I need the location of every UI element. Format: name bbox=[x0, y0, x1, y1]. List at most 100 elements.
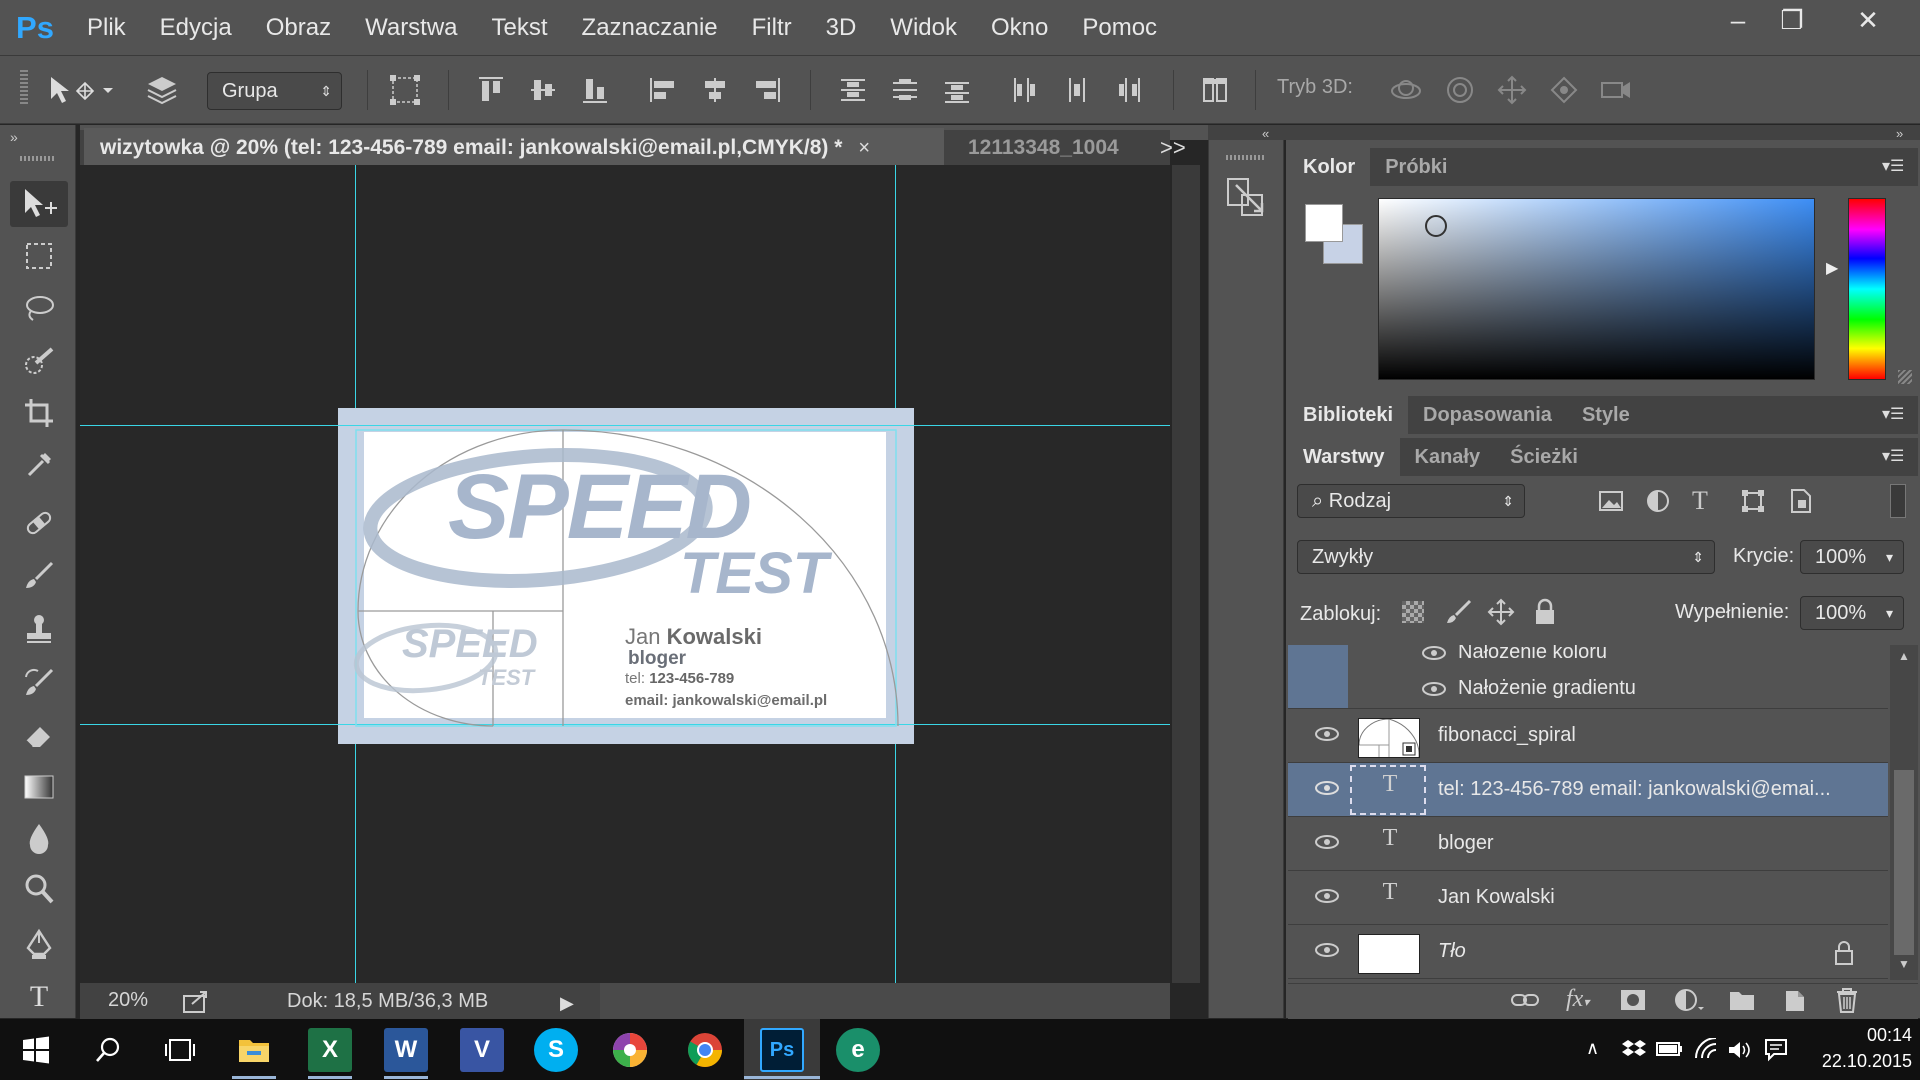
healing-brush-tool-icon[interactable] bbox=[10, 500, 68, 546]
document-tab-2[interactable]: 12113348_1004 bbox=[950, 128, 1126, 168]
layer-row[interactable]: fibonacci_spiral bbox=[1288, 709, 1888, 763]
dropbox-tray-icon[interactable] bbox=[1622, 1038, 1646, 1065]
dodge-tool-icon[interactable] bbox=[10, 866, 68, 912]
layer-row[interactable]: T Jan Kowalski bbox=[1288, 871, 1888, 925]
tab-style[interactable]: Style bbox=[1567, 396, 1645, 434]
lock-position-icon[interactable] bbox=[1487, 598, 1515, 631]
menu-pomoc[interactable]: Pomoc bbox=[1065, 0, 1174, 56]
layer-row-selected[interactable]: T tel: 123-456-789 email: jankowalski@em… bbox=[1288, 763, 1888, 817]
align-bottom-edges-icon[interactable] bbox=[575, 68, 615, 112]
layer-row[interactable]: Tło bbox=[1288, 925, 1888, 979]
dock-grip[interactable] bbox=[1226, 155, 1264, 160]
visibility-eye-icon[interactable] bbox=[1314, 942, 1340, 958]
wifi-tray-icon[interactable] bbox=[1694, 1037, 1720, 1065]
foreground-color-swatch-front[interactable] bbox=[1305, 204, 1343, 242]
clock-date[interactable]: 22.10.2015 bbox=[1800, 1051, 1912, 1072]
visibility-eye-icon[interactable] bbox=[1421, 681, 1447, 697]
photoshop-taskbar-icon[interactable]: Ps bbox=[760, 1028, 804, 1072]
visibility-eye-icon[interactable] bbox=[1314, 780, 1340, 796]
menu-filtr[interactable]: Filtr bbox=[735, 0, 809, 56]
pen-tool-icon[interactable] bbox=[10, 922, 68, 968]
toolbar-grip[interactable] bbox=[20, 156, 56, 161]
align-left-edges-icon[interactable] bbox=[643, 68, 683, 112]
menu-3d[interactable]: 3D bbox=[809, 0, 874, 56]
menu-okno[interactable]: Okno bbox=[974, 0, 1065, 56]
clock-time[interactable]: 00:14 bbox=[1822, 1025, 1912, 1046]
collapse-left-icon[interactable]: « bbox=[1262, 126, 1269, 141]
hue-slider[interactable] bbox=[1848, 198, 1886, 380]
tabs-overflow-icon[interactable]: >> bbox=[1160, 128, 1186, 168]
auto-select-dropdown[interactable]: Grupa ⇕ bbox=[207, 72, 342, 110]
layer-style-fx-icon[interactable]: fx▾ bbox=[1566, 986, 1589, 1013]
auto-select-layers-icon[interactable] bbox=[142, 68, 182, 112]
edge-green-app-icon[interactable]: e bbox=[836, 1028, 880, 1072]
brush-tool-icon[interactable] bbox=[10, 553, 68, 599]
tab-biblioteki[interactable]: Biblioteki bbox=[1288, 396, 1409, 434]
windows-start-icon[interactable] bbox=[14, 1028, 58, 1072]
filter-type-icon[interactable]: T bbox=[1692, 486, 1708, 516]
blend-mode-dropdown[interactable]: Zwykły ⇕ bbox=[1297, 540, 1715, 574]
lock-transparent-pixels-icon[interactable] bbox=[1402, 601, 1424, 623]
layer-effect-row[interactable]: Nałożenie koloru bbox=[1288, 645, 1888, 671]
filter-toggle-switch[interactable] bbox=[1890, 484, 1906, 518]
libraries-panel-menu-icon[interactable]: ▾☰ bbox=[1882, 404, 1904, 424]
clone-stamp-tool-icon[interactable] bbox=[10, 606, 68, 652]
lock-image-pixels-icon[interactable] bbox=[1444, 599, 1472, 630]
opacity-input[interactable]: 100% ▾ bbox=[1800, 540, 1904, 574]
visibility-eye-icon[interactable] bbox=[1421, 645, 1447, 661]
show-transform-controls-icon[interactable] bbox=[385, 68, 425, 112]
history-brush-tool-icon[interactable] bbox=[10, 660, 68, 706]
auto-align-layers-icon[interactable] bbox=[1195, 68, 1235, 112]
horizontal-scrollbar[interactable] bbox=[600, 983, 1170, 1019]
filter-adjustment-icon[interactable] bbox=[1645, 488, 1671, 519]
skype-icon[interactable]: S bbox=[534, 1028, 578, 1072]
scroll-down-icon[interactable]: ▼ bbox=[1898, 957, 1910, 971]
action-center-icon[interactable] bbox=[1764, 1038, 1788, 1067]
align-top-edges-icon[interactable] bbox=[471, 68, 511, 112]
tab-kolor[interactable]: Kolor bbox=[1288, 148, 1371, 186]
layers-panel-menu-icon[interactable]: ▾☰ bbox=[1882, 446, 1904, 466]
lock-all-icon[interactable] bbox=[1533, 598, 1557, 631]
status-menu-arrow-icon[interactable]: ▶ bbox=[560, 993, 574, 1014]
share-icon[interactable] bbox=[182, 990, 210, 1019]
tab-dopasowania[interactable]: Dopasowania bbox=[1408, 396, 1567, 434]
resize-grip-icon[interactable] bbox=[1898, 370, 1912, 384]
visibility-eye-icon[interactable] bbox=[1314, 726, 1340, 742]
tab-warstwy[interactable]: Warstwy bbox=[1288, 438, 1400, 476]
distribute-right-icon[interactable] bbox=[1109, 68, 1149, 112]
distribute-top-icon[interactable] bbox=[833, 68, 873, 112]
align-horizontal-centers-icon[interactable] bbox=[695, 68, 735, 112]
type-tool-icon[interactable]: T bbox=[10, 974, 68, 1020]
move-tool-icon[interactable] bbox=[10, 181, 68, 227]
volume-tray-icon[interactable] bbox=[1727, 1039, 1753, 1066]
file-explorer-icon[interactable] bbox=[232, 1028, 276, 1072]
task-view-icon[interactable] bbox=[158, 1028, 202, 1072]
restore-button[interactable]: ❐ bbox=[1760, 0, 1824, 40]
tool-preset-picker[interactable] bbox=[40, 68, 116, 112]
collapse-panel-icon[interactable]: » bbox=[10, 129, 18, 145]
distribute-horizontal-centers-icon[interactable] bbox=[1057, 68, 1097, 112]
distribute-bottom-icon[interactable] bbox=[937, 68, 977, 112]
blur-tool-icon[interactable] bbox=[10, 815, 68, 861]
layer-effect-row[interactable]: Nałożenie gradientu bbox=[1288, 671, 1888, 709]
layers-list[interactable]: Nałożenie koloru Nałożenie gradientu fib… bbox=[1288, 645, 1888, 980]
lasso-tool-icon[interactable] bbox=[10, 285, 68, 331]
visio-icon[interactable]: V bbox=[460, 1028, 504, 1072]
fill-input[interactable]: 100% ▾ bbox=[1800, 596, 1904, 630]
hue-slider-arrow-icon[interactable]: ▶ bbox=[1826, 258, 1838, 278]
distribute-left-icon[interactable] bbox=[1005, 68, 1045, 112]
close-tab-icon[interactable]: × bbox=[858, 137, 870, 160]
zoom-level[interactable]: 20% bbox=[108, 989, 148, 1012]
align-right-edges-icon[interactable] bbox=[747, 68, 787, 112]
close-window-button[interactable]: ✕ bbox=[1836, 0, 1900, 40]
pan-3d-icon[interactable] bbox=[1492, 68, 1532, 112]
marquee-tool-icon[interactable] bbox=[10, 233, 68, 279]
layers-scrollbar[interactable]: ▲ ▼ bbox=[1890, 645, 1918, 980]
menu-tekst[interactable]: Tekst bbox=[475, 0, 565, 56]
delete-layer-trash-icon[interactable] bbox=[1834, 986, 1860, 1019]
scroll-thumb[interactable] bbox=[1894, 770, 1914, 955]
vertical-scrollbar[interactable] bbox=[1172, 165, 1200, 983]
distribute-vertical-centers-icon[interactable] bbox=[885, 68, 925, 112]
new-layer-icon[interactable] bbox=[1782, 987, 1808, 1018]
layer-filter-dropdown[interactable]: ⌕ Rodzaj ⇕ bbox=[1297, 484, 1525, 518]
